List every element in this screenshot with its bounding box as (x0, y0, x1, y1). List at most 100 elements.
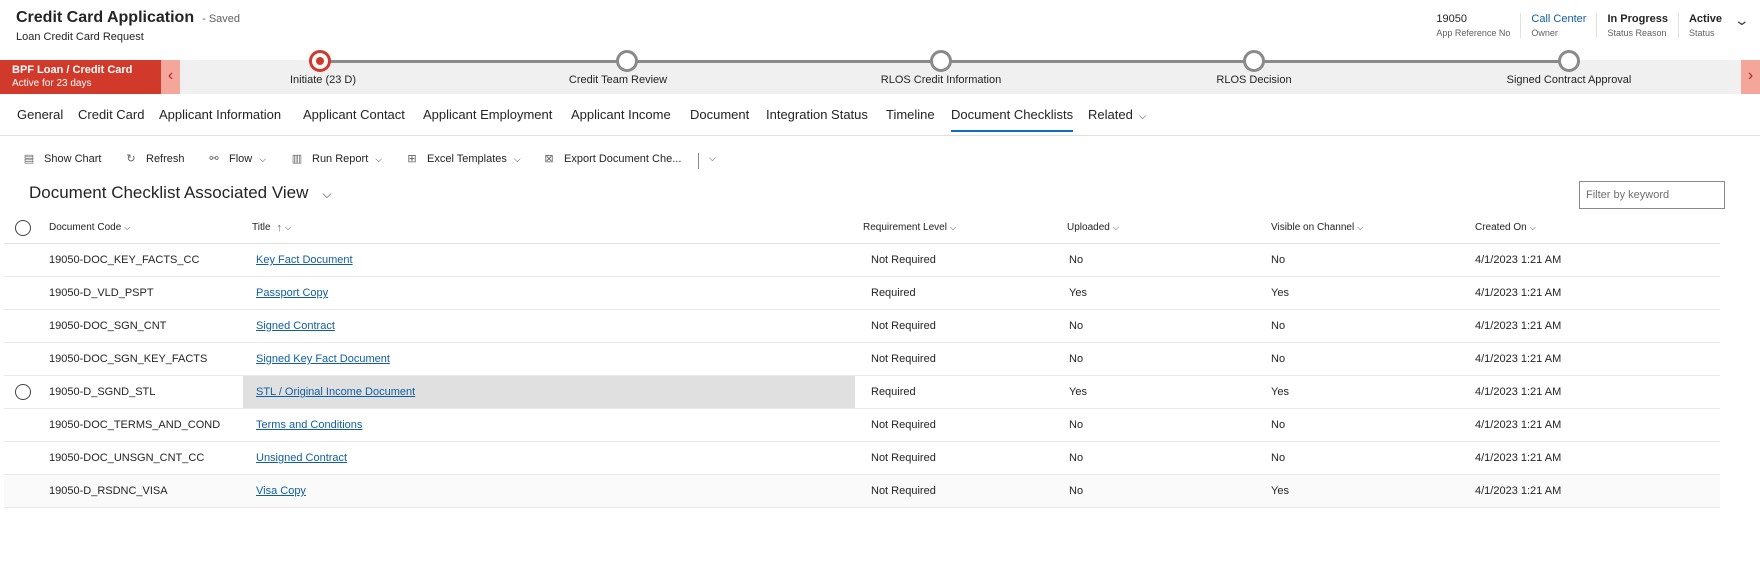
title-link[interactable]: Signed Contract (256, 320, 335, 332)
tab-credit-card[interactable]: Credit Card (78, 107, 144, 122)
cell-uploaded: No (1069, 353, 1084, 365)
app-ref-value: 19050 (1436, 13, 1467, 25)
cell-created-on: 4/1/2023 1:21 AM (1475, 254, 1562, 266)
column-header-label: Requirement Level (863, 222, 947, 233)
run-report-button[interactable]: ▥ Run Report ⌵ (290, 152, 382, 165)
status-label: Status (1688, 28, 1715, 38)
table-row[interactable]: 19050-D_RSDNC_VISA Visa Copy Not Require… (4, 475, 1720, 508)
column-header-document-code[interactable]: Document Code ⌵ (49, 212, 130, 243)
column-header-title[interactable]: Title ↑ ⌵ (243, 212, 855, 243)
bpf-stage-label[interactable]: RLOS Decision (1216, 74, 1291, 86)
more-commands-chevron-icon[interactable]: ⌵ (702, 152, 716, 164)
tab-related-label: Related (1088, 107, 1133, 122)
cell-created-on: 4/1/2023 1:21 AM (1475, 386, 1562, 398)
refresh-button[interactable]: ↻ Refresh (124, 152, 185, 165)
bpf-next-chevron-icon[interactable]: › (1741, 60, 1760, 94)
bpf-stage-label[interactable]: Signed Contract Approval (1507, 74, 1632, 86)
cell-created-on: 4/1/2023 1:21 AM (1475, 353, 1562, 365)
row-select-checkbox[interactable] (12, 376, 34, 408)
column-header-visible-on-channel[interactable]: Visible on Channel ⌵ (1271, 212, 1363, 243)
title-link[interactable]: Unsigned Contract (256, 452, 347, 464)
tab-document[interactable]: Document (690, 107, 749, 122)
cell-requirement-level: Required (871, 287, 916, 299)
tab-integration-status[interactable]: Integration Status (766, 107, 868, 122)
bpf-stage-node-initiate[interactable] (309, 50, 331, 72)
cell-uploaded: No (1069, 254, 1084, 266)
bpf-active-process[interactable]: BPF Loan / Credit Card Active for 23 day… (0, 60, 161, 94)
refresh-icon: ↻ (126, 153, 136, 165)
cell-document-code: 19050-DOC_SGN_CNT (49, 320, 167, 332)
select-all-checkbox[interactable] (12, 212, 34, 243)
refresh-label: Refresh (146, 153, 185, 165)
column-header-requirement-level[interactable]: Requirement Level ⌵ (863, 212, 956, 243)
tab-related[interactable]: Related ⌵ (1088, 107, 1146, 122)
cell-document-code: 19050-D_SGND_STL (49, 386, 156, 398)
title-link[interactable]: Visa Copy (256, 485, 306, 497)
tab-applicant-income[interactable]: Applicant Income (571, 107, 671, 122)
bpf-stage-node-credit-review[interactable] (616, 50, 638, 72)
flow-label: Flow (229, 153, 253, 165)
bpf-prev-chevron-icon[interactable]: ‹ (161, 60, 180, 94)
header-field-app-ref: 19050 App Reference No (1426, 13, 1520, 38)
status-value: Active (1688, 13, 1722, 25)
excel-templates-button[interactable]: ⊞ Excel Templates ⌵ (405, 152, 520, 165)
bpf-stage-label[interactable]: Credit Team Review (569, 74, 667, 86)
table-row[interactable]: 19050-DOC_KEY_FACTS_CC Key Fact Document… (4, 244, 1720, 277)
view-selector[interactable]: Document Checklist Associated View ⌵ (29, 183, 331, 203)
record-title: Credit Card Application - Saved (16, 9, 240, 27)
tab-applicant-information[interactable]: Applicant Information (159, 107, 281, 122)
header-expand-chevron-icon[interactable]: ⌄ (1734, 12, 1750, 29)
export-excel-icon: ⊠ (544, 153, 554, 165)
bpf-stage-node-signed-contract[interactable] (1558, 50, 1580, 72)
grid-header-row: Document Code ⌵ Title ↑ ⌵ Requirement Level… (4, 212, 1720, 244)
show-chart-button[interactable]: ▤ Show Chart (22, 152, 102, 165)
column-header-uploaded[interactable]: Uploaded ⌵ (1067, 212, 1119, 243)
table-row[interactable]: 19050-DOC_TERMS_AND_COND Terms and Condi… (4, 409, 1720, 442)
app-ref-label: App Reference No (1436, 28, 1511, 38)
table-row[interactable]: 19050-D_SGND_STL STL / Original Income D… (4, 376, 1720, 409)
filter-keyword-input[interactable] (1579, 181, 1725, 209)
chevron-down-icon: ⌵ (1138, 111, 1147, 122)
chevron-down-icon: ⌵ (322, 187, 332, 201)
business-process-flow: BPF Loan / Credit Card Active for 23 day… (0, 50, 1760, 94)
table-row[interactable]: 19050-DOC_SGN_KEY_FACTS Signed Key Fact … (4, 343, 1720, 376)
chevron-down-icon: ⌵ (1112, 222, 1119, 232)
table-row[interactable]: 19050-DOC_SGN_CNT Signed Contract Not Re… (4, 310, 1720, 343)
table-row[interactable]: 19050-DOC_UNSGN_CNT_CC Unsigned Contract… (4, 442, 1720, 475)
cell-title: Key Fact Document (243, 244, 855, 276)
cell-title: Signed Key Fact Document (243, 343, 855, 375)
bpf-stage-label[interactable]: RLOS Credit Information (881, 74, 1001, 86)
table-row[interactable]: 19050-D_VLD_PSPT Passport Copy Required … (4, 277, 1720, 310)
tab-applicant-employment[interactable]: Applicant Employment (423, 107, 552, 122)
export-document-checklist-button[interactable]: ⊠ Export Document Che... (542, 152, 681, 165)
column-header-created-on[interactable]: Created On ⌵ (1475, 212, 1536, 243)
chevron-down-icon: ⌵ (124, 222, 131, 232)
bpf-stage-node-rlos-credit[interactable] (930, 50, 952, 72)
owner-link[interactable]: Call Center (1531, 13, 1586, 25)
tab-general[interactable]: General (17, 107, 63, 122)
bpf-stage-node-rlos-decision[interactable] (1243, 50, 1265, 72)
title-link[interactable]: Key Fact Document (256, 254, 353, 266)
bpf-stage-label[interactable]: Initiate (23 D) (290, 74, 356, 86)
cell-title: Signed Contract (243, 310, 855, 342)
cell-requirement-level: Not Required (871, 320, 936, 332)
title-link[interactable]: STL / Original Income Document (256, 386, 415, 398)
title-link[interactable]: Signed Key Fact Document (256, 353, 390, 365)
cell-uploaded: Yes (1069, 287, 1087, 299)
record-header: Credit Card Application - Saved Loan Cred… (0, 0, 1760, 56)
cell-title: Passport Copy (243, 277, 855, 309)
run-report-label: Run Report (312, 153, 369, 165)
cell-visible-on-channel: No (1271, 452, 1286, 464)
tab-timeline[interactable]: Timeline (886, 107, 935, 122)
title-link[interactable]: Terms and Conditions (256, 419, 362, 431)
tab-applicant-contact[interactable]: Applicant Contact (303, 107, 405, 122)
column-header-label: Title (252, 222, 271, 233)
cell-uploaded: No (1069, 452, 1084, 464)
tab-document-checklists[interactable]: Document Checklists (951, 107, 1074, 132)
title-link[interactable]: Passport Copy (256, 287, 328, 299)
flow-button[interactable]: ⚯ Flow ⌵ (207, 152, 266, 165)
cell-created-on: 4/1/2023 1:21 AM (1475, 452, 1562, 464)
cell-uploaded: Yes (1069, 386, 1087, 398)
cell-created-on: 4/1/2023 1:21 AM (1475, 419, 1562, 431)
saved-status: - Saved (202, 13, 241, 25)
